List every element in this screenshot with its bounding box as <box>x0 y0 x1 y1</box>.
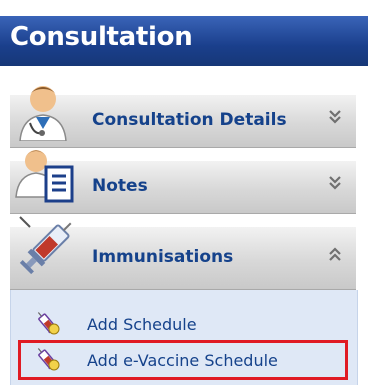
section-label-notes: Notes <box>92 176 148 196</box>
chevron-down-icon[interactable] <box>328 175 342 195</box>
syringe-icon <box>14 213 78 287</box>
section-label-immunisations: Immunisations <box>92 247 234 267</box>
add-e-vaccine-schedule-label: Add e-Vaccine Schedule <box>87 351 278 370</box>
section-header-notes[interactable]: Notes <box>10 150 356 214</box>
vaccine-schedule-icon <box>35 348 61 376</box>
immunisations-task-list: Add Schedule Add e-Vaccine Schedule <box>10 290 358 385</box>
chevron-up-icon[interactable] <box>328 247 342 267</box>
vaccine-schedule-icon <box>35 312 61 340</box>
panel-title: Consultation <box>10 22 193 52</box>
section-header-consultation-details[interactable]: Consultation Details <box>10 86 356 148</box>
section-label-consultation-details: Consultation Details <box>92 110 287 130</box>
add-schedule-link[interactable]: Add Schedule <box>11 308 357 340</box>
consultation-panel: Consultation Consultation Details Notes … <box>0 0 368 385</box>
doctor-icon <box>12 79 74 145</box>
add-schedule-label: Add Schedule <box>87 315 197 334</box>
left-rail <box>0 66 10 385</box>
title-bar: Consultation <box>0 16 368 66</box>
notes-icon <box>12 143 78 213</box>
section-header-immunisations[interactable]: Immunisations <box>10 216 356 290</box>
add-e-vaccine-schedule-link[interactable]: Add e-Vaccine Schedule <box>11 344 357 376</box>
chevron-down-icon[interactable] <box>328 109 342 129</box>
